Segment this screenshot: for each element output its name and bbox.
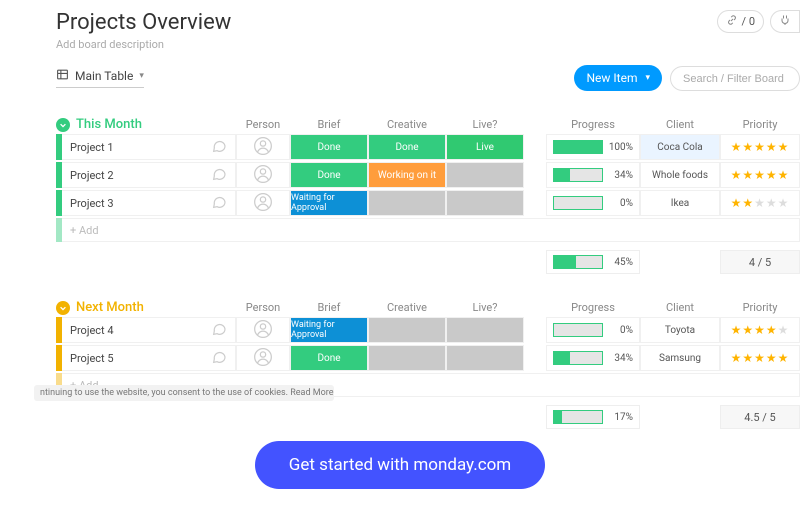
chat-icon[interactable] [211,166,227,185]
column-header-progress[interactable]: Progress [546,301,640,314]
page-title: Projects Overview [56,10,231,36]
column-header-live[interactable]: Live? [446,118,524,131]
table-row[interactable]: Project 4 Waiting for Approval 0% Toyota… [56,317,800,343]
item-name-cell[interactable]: Project 4 [62,317,236,343]
new-item-button[interactable]: New Item ▾ [574,65,662,91]
cta-button[interactable]: Get started with monday.com [255,441,545,489]
person-icon [253,192,273,215]
group-summary-priority: 4 / 5 [720,250,800,274]
client-cell[interactable]: Samsung [640,345,720,371]
person-icon [253,319,273,342]
table-row[interactable]: Project 2 Done Working on it 34% Whole f… [56,162,800,188]
priority-cell[interactable]: ★★★★★ [720,317,800,343]
group-name[interactable]: This Month [76,117,142,132]
person-cell[interactable] [236,162,290,188]
column-header-creative[interactable]: Creative [368,118,446,131]
column-header-client[interactable]: Client [640,301,720,314]
client-cell[interactable]: Coca Cola [640,134,720,160]
item-name-cell[interactable]: Project 3 [62,190,236,216]
activity-button[interactable]: / 0 [717,10,764,33]
chevron-down-icon: ▾ [139,71,144,81]
progress-cell[interactable]: 0% [546,317,640,343]
cookie-banner: ntinuing to use the website, you consent… [34,385,334,401]
priority-cell[interactable]: ★★★★★ [720,162,800,188]
progress-cell[interactable]: 34% [546,162,640,188]
column-header-progress[interactable]: Progress [546,118,640,131]
column-header-brief[interactable]: Brief [290,118,368,131]
person-icon [253,136,273,159]
person-icon [253,164,273,187]
brief-status-cell[interactable]: Done [290,345,368,371]
priority-cell[interactable]: ★★★★★ [720,345,800,371]
chat-icon[interactable] [211,194,227,213]
creative-status-cell[interactable] [368,190,446,216]
table-row[interactable]: Project 5 Done 34% Samsung ★★★★★ [56,345,800,371]
live-status-cell[interactable]: Live [446,134,524,160]
live-status-cell[interactable] [446,345,524,371]
person-cell[interactable] [236,345,290,371]
creative-status-cell[interactable] [368,317,446,343]
brief-status-cell[interactable]: Waiting for Approval [290,190,368,216]
add-item-button[interactable]: + Add [62,218,800,242]
brief-status-cell[interactable]: Waiting for Approval [290,317,368,343]
brief-status-cell[interactable]: Done [290,162,368,188]
link-icon [726,14,738,29]
group-summary-progress: 45% [546,250,640,274]
column-header-priority[interactable]: Priority [720,301,800,314]
table-icon [56,68,69,84]
column-header-brief[interactable]: Brief [290,301,368,314]
chat-icon[interactable] [211,138,227,157]
client-cell[interactable]: Toyota [640,317,720,343]
column-header-person[interactable]: Person [236,118,290,131]
group-name[interactable]: Next Month [76,300,144,315]
progress-cell[interactable]: 34% [546,345,640,371]
live-status-cell[interactable] [446,190,524,216]
column-header-creative[interactable]: Creative [368,301,446,314]
creative-status-cell[interactable] [368,345,446,371]
client-cell[interactable]: Whole foods [640,162,720,188]
person-cell[interactable] [236,134,290,160]
chevron-down-icon: ▾ [645,73,650,83]
column-header-priority[interactable]: Priority [720,118,800,131]
progress-cell[interactable]: 100% [546,134,640,160]
group-summary-priority: 4.5 / 5 [720,405,800,429]
creative-status-cell[interactable]: Working on it [368,162,446,188]
table-row[interactable]: Project 1 Done Done Live 100% Coca Cola … [56,134,800,160]
chat-icon[interactable] [211,321,227,340]
integrations-button[interactable] [770,10,800,33]
group-collapse-toggle[interactable] [56,118,70,132]
item-name-cell[interactable]: Project 1 [62,134,236,160]
person-icon [253,347,273,370]
client-cell[interactable]: Ikea [640,190,720,216]
creative-status-cell[interactable]: Done [368,134,446,160]
live-status-cell[interactable] [446,162,524,188]
brief-status-cell[interactable]: Done [290,134,368,160]
person-cell[interactable] [236,317,290,343]
plug-icon [779,14,791,29]
live-status-cell[interactable] [446,317,524,343]
priority-cell[interactable]: ★★★★★ [720,134,800,160]
view-selector[interactable]: Main Table ▾ [56,68,144,88]
group-summary-progress: 17% [546,405,640,429]
group-collapse-toggle[interactable] [56,301,70,315]
item-name-cell[interactable]: Project 5 [62,345,236,371]
progress-cell[interactable]: 0% [546,190,640,216]
chat-icon[interactable] [211,349,227,368]
item-name-cell[interactable]: Project 2 [62,162,236,188]
column-header-person[interactable]: Person [236,301,290,314]
column-header-client[interactable]: Client [640,118,720,131]
search-input[interactable] [670,66,800,91]
person-cell[interactable] [236,190,290,216]
column-header-live[interactable]: Live? [446,301,524,314]
table-row[interactable]: Project 3 Waiting for Approval 0% Ikea ★… [56,190,800,216]
priority-cell[interactable]: ★★★★★ [720,190,800,216]
board-description[interactable]: Add board description [56,38,231,51]
